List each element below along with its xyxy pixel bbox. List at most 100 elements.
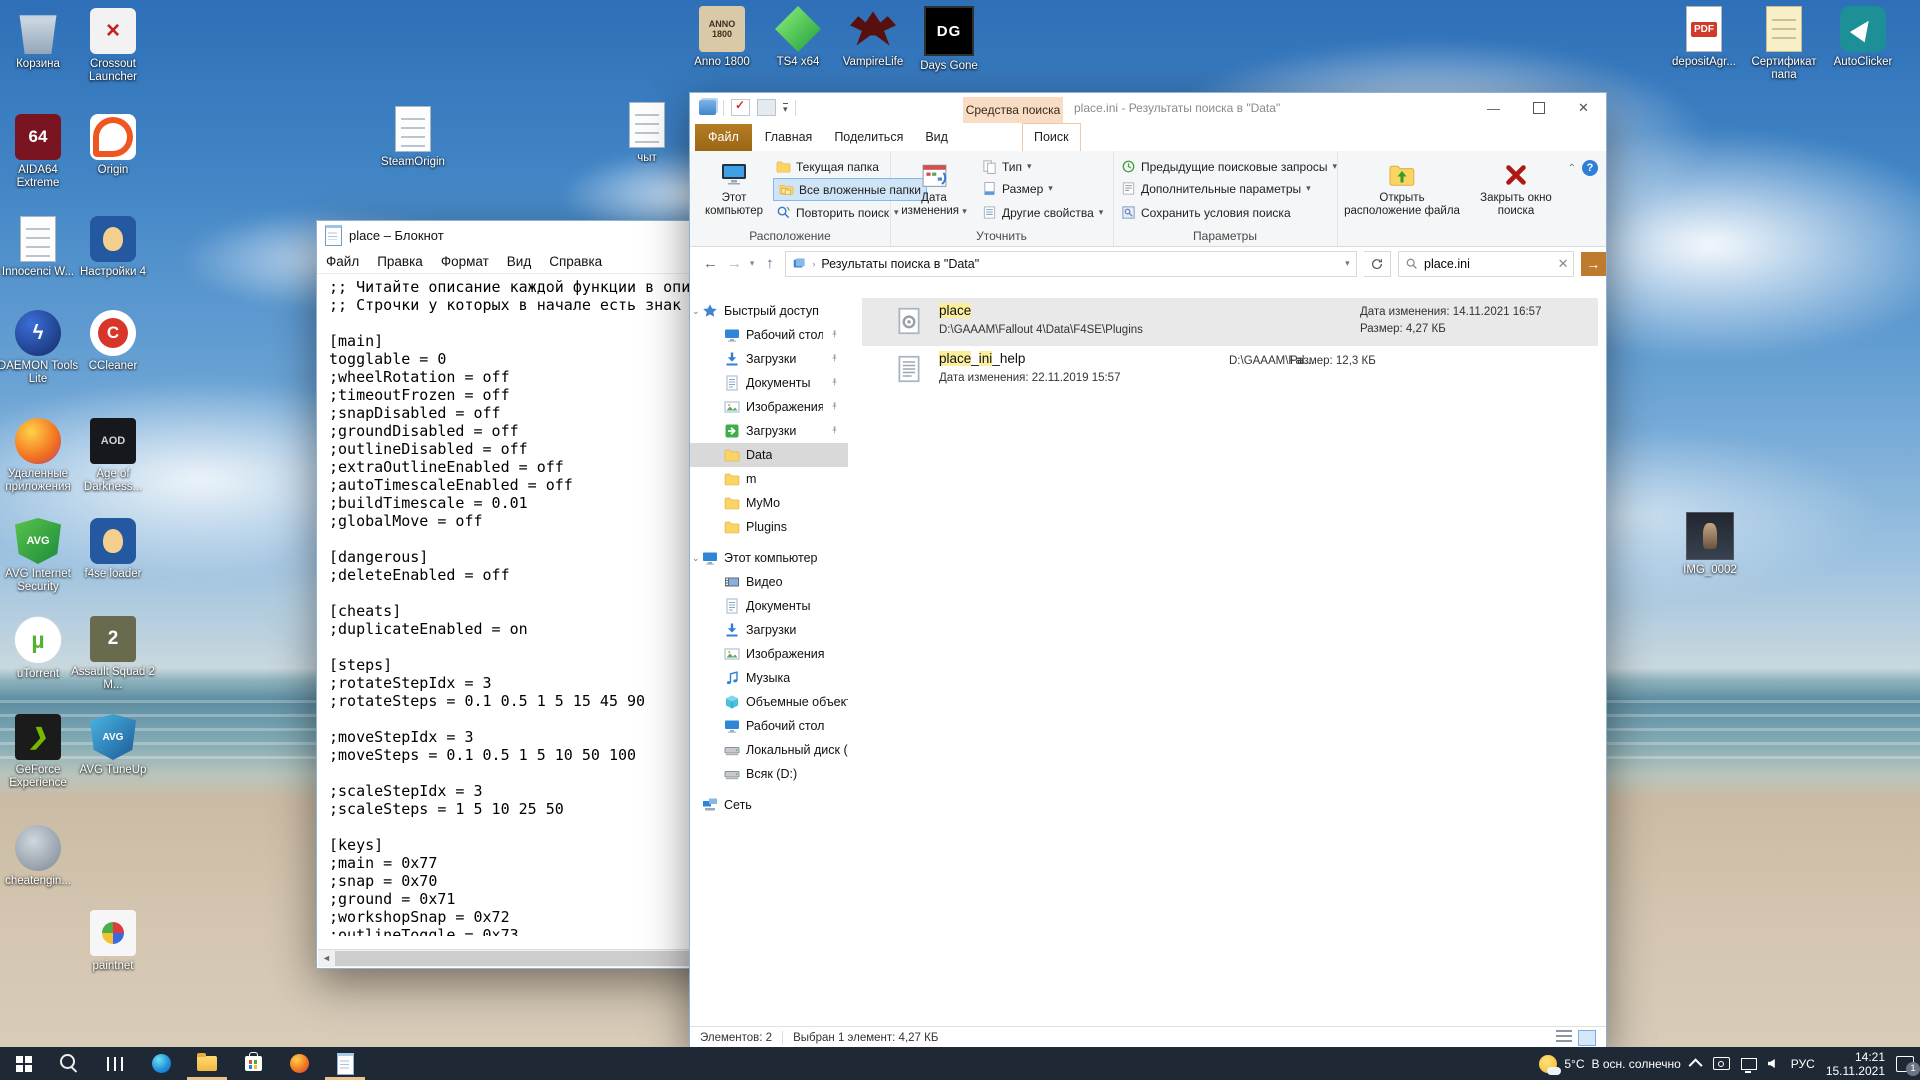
open-file-location-button[interactable]: Открыть расположение файла <box>1343 156 1461 218</box>
sidebar-item-быстрый-доступ[interactable]: ⌄Быстрый доступ <box>690 299 848 323</box>
date-modified-button[interactable]: Дата изменения <box>900 156 968 218</box>
clock[interactable]: 14:21 15.11.2021 <box>1826 1050 1885 1078</box>
desktop-icon-img-0002[interactable]: IMG_0002 <box>1668 512 1752 577</box>
recent-searches-button[interactable]: Предыдущие поисковые запросы <box>1121 156 1337 177</box>
desktop-icon-innocenci-w[interactable]: Innocenci W... <box>0 216 80 279</box>
desktop-icon-avg-internet-security[interactable]: AVGAVG Internet Security <box>0 518 80 593</box>
desktop-icon-ts4-x64[interactable]: TS4 x64 <box>756 6 840 69</box>
sidebar-item-загрузки[interactable]: Загрузки <box>690 347 848 371</box>
taskbar-search-button[interactable] <box>46 1047 92 1080</box>
taskbar-start-button[interactable] <box>0 1047 46 1080</box>
search-input[interactable]: place.ini ✕ <box>1398 251 1574 277</box>
maximize-button[interactable] <box>1516 93 1561 123</box>
details-view-icon[interactable] <box>1556 1030 1572 1044</box>
desktop-icon-aida64-extreme[interactable]: 64AIDA64 Extreme <box>0 114 80 189</box>
search-go-button[interactable]: → <box>1581 252 1606 276</box>
breadcrumb[interactable]: › Результаты поиска в "Data" ▾ <box>785 251 1356 277</box>
desktop-icon-days-gone[interactable]: DGDays Gone <box>907 6 991 73</box>
forward-icon[interactable]: → <box>726 255 743 272</box>
sidebar-item-документы[interactable]: Документы <box>690 371 848 395</box>
new-folder-icon[interactable] <box>757 99 776 116</box>
desktop-icon-depositagr[interactable]: PDFdepositAgr... <box>1662 6 1746 69</box>
desktop-icon-utorrent[interactable]: µuTorrent <box>0 616 80 681</box>
large-icons-view-icon[interactable] <box>1578 1030 1596 1046</box>
weather-widget[interactable]: 5°C В осн. солнечно <box>1539 1055 1680 1073</box>
taskbar-notepad-button[interactable] <box>322 1047 368 1080</box>
size-filter-button[interactable]: Размер <box>982 178 1053 199</box>
tab-share[interactable]: Поделиться <box>823 124 914 151</box>
repeat-search-button[interactable]: Повторить поиск <box>776 202 899 223</box>
desktop-icon-сертификат-папа[interactable]: Сертификат папа <box>1742 6 1826 81</box>
desktop-icon-daemon-tools-lite[interactable]: ϟDAEMON Tools Lite <box>0 310 80 385</box>
scroll-left-icon[interactable]: ◄ <box>318 950 335 967</box>
file-name[interactable]: place <box>939 303 971 318</box>
sidebar-item-видео[interactable]: Видео <box>690 570 848 594</box>
tab-search[interactable]: Поиск <box>1022 123 1081 151</box>
minimize-button[interactable]: — <box>1471 93 1516 123</box>
type-filter-button[interactable]: Тип <box>982 156 1032 177</box>
desktop-icon-чыт[interactable]: чыт <box>605 102 689 165</box>
sidebar-item-m[interactable]: m <box>690 467 848 491</box>
customize-qat-icon[interactable]: ▾ <box>783 103 788 113</box>
sidebar-item-всяк-d[interactable]: Всяк (D:) <box>690 762 848 786</box>
notifications-icon[interactable]: 1 <box>1896 1056 1914 1072</box>
menu-edit[interactable]: Правка <box>368 254 432 269</box>
taskbar-explorer-button[interactable] <box>184 1047 230 1080</box>
desktop-icon-корзина[interactable]: Корзина <box>0 8 80 71</box>
desktop-icon-avg-tuneup[interactable]: AVGAVG TuneUp <box>71 714 155 777</box>
sidebar-item-объемные-объекты[interactable]: Объемные объекты <box>690 690 848 714</box>
sidebar-item-рабочий-стол[interactable]: Рабочий стол <box>690 714 848 738</box>
taskbar-firefox-button[interactable] <box>276 1047 322 1080</box>
close-button[interactable]: ✕ <box>1561 93 1606 123</box>
sidebar-item-загрузки[interactable]: Загрузки <box>690 419 848 443</box>
address-dropdown-icon[interactable]: ▾ <box>1345 258 1350 269</box>
up-icon[interactable]: ↑ <box>761 255 778 272</box>
language-indicator[interactable]: РУС <box>1791 1057 1815 1071</box>
network-icon[interactable] <box>1741 1058 1757 1070</box>
desktop-icon-настройки-4[interactable]: Настройки 4 <box>71 216 155 279</box>
desktop-icon-steamorigin[interactable]: SteamOrigin <box>371 106 455 169</box>
refresh-button[interactable] <box>1364 251 1391 277</box>
sidebar-item-изображения[interactable]: Изображения <box>690 395 848 419</box>
sidebar-item-сеть[interactable]: Сеть <box>690 793 848 817</box>
search-tools-contextual-tab[interactable]: Средства поиска <box>963 97 1063 123</box>
menu-help[interactable]: Справка <box>540 254 611 269</box>
desktop-icon-age-of-darkness[interactable]: AODAge of Darkness... <box>71 418 155 493</box>
breadcrumb-text[interactable]: Результаты поиска в "Data" <box>821 257 979 271</box>
sidebar-item-рабочий-стол[interactable]: Рабочий стол <box>690 323 848 347</box>
desktop-icon-paintnet[interactable]: paintnet <box>71 910 155 973</box>
file-row-place_ini_help[interactable]: place_ini_helpДата изменения: 22.11.2019… <box>862 346 1598 394</box>
advanced-options-button[interactable]: Дополнительные параметры <box>1121 178 1311 199</box>
tab-view[interactable]: Вид <box>914 124 959 151</box>
desktop-icon-ccleaner[interactable]: CCleaner <box>71 310 155 373</box>
menu-view[interactable]: Вид <box>498 254 540 269</box>
explorer-window[interactable]: ▾ Средства поиска place.ini - Результаты… <box>689 92 1607 1050</box>
desktop-icon-удаленные-приложения[interactable]: Удаленные приложения <box>0 418 80 493</box>
taskbar-store-button[interactable] <box>230 1047 276 1080</box>
hidden-icons-chevron-icon[interactable] <box>1688 1058 1702 1072</box>
desktop-icon-autoclicker[interactable]: AutoClicker <box>1821 6 1905 69</box>
back-icon[interactable]: ← <box>702 255 719 272</box>
explorer-titlebar[interactable]: ▾ Средства поиска place.ini - Результаты… <box>690 93 1606 123</box>
this-computer-button[interactable]: Этот компьютер <box>702 156 766 218</box>
desktop-icon-origin[interactable]: Origin <box>71 114 155 177</box>
file-row-place[interactable]: placeD:\GAAAM\Fallout 4\Data\F4SE\Plugin… <box>862 298 1598 346</box>
menu-format[interactable]: Формат <box>432 254 498 269</box>
desktop-icon-assault-squad-2-m[interactable]: 2Assault Squad 2 M... <box>71 616 155 691</box>
clear-search-icon[interactable]: ✕ <box>1558 256 1573 272</box>
desktop-icon-f4se-loader[interactable]: f4se loader <box>71 518 155 581</box>
history-dropdown-icon[interactable]: ▾ <box>750 258 755 269</box>
sidebar-item-mymo[interactable]: MyMo <box>690 491 848 515</box>
sidebar-item-этот-компьютер[interactable]: ⌄Этот компьютер <box>690 546 848 570</box>
taskbar-edge-button[interactable] <box>138 1047 184 1080</box>
other-properties-button[interactable]: Другие свойства <box>982 202 1103 223</box>
file-name[interactable]: place_ini_help <box>939 351 1025 366</box>
taskbar-task-view-button[interactable] <box>92 1047 138 1080</box>
collapse-ribbon-icon[interactable]: ⌃ <box>1568 163 1576 174</box>
expand-icon[interactable]: ⌄ <box>692 306 700 317</box>
sidebar-item-музыка[interactable]: Музыка <box>690 666 848 690</box>
sidebar-item-изображения[interactable]: Изображения <box>690 642 848 666</box>
volume-icon[interactable] <box>1768 1059 1775 1068</box>
desktop-icon-geforce-experience[interactable]: ❯GeForce Experience <box>0 714 80 789</box>
sidebar-item-загрузки[interactable]: Загрузки <box>690 618 848 642</box>
